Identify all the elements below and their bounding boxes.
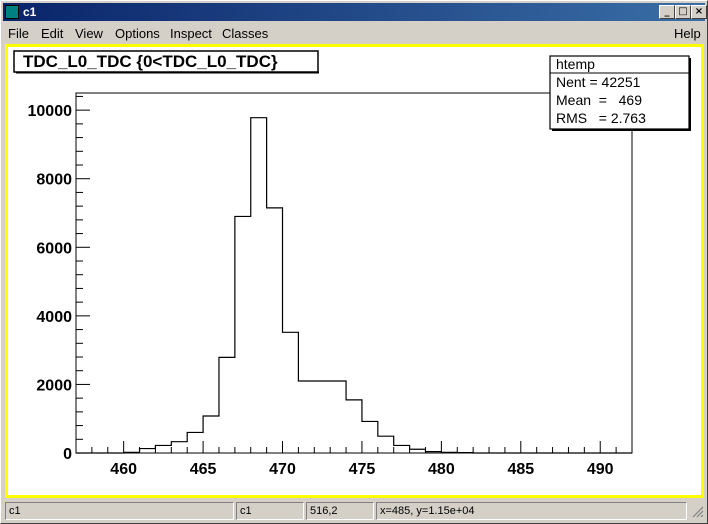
histogram-bin [394, 445, 410, 453]
status-cell-coords: x=485, y=1.15e+04 [376, 502, 687, 520]
stats-rms: RMS = 2.763 [556, 110, 646, 126]
histogram-bin [298, 381, 314, 453]
histogram-bin [140, 449, 156, 453]
x-tick-label: 480 [428, 461, 455, 478]
x-tick-label: 470 [269, 461, 296, 478]
menu-options[interactable]: Options [115, 26, 160, 41]
y-tick-label: 4000 [36, 309, 72, 326]
histogram-bin [314, 381, 330, 453]
window-title: c1 [23, 5, 37, 19]
histogram-bin [203, 416, 219, 453]
canvas-frame: 0 2000 4000 6000 8000 10000 460 465 470 475 480 48… [5, 44, 704, 498]
menu-classes[interactable]: Classes [222, 26, 268, 41]
histogram-bin [219, 357, 235, 453]
plot-title: TDC_L0_TDC {0<TDC_L0_TDC} [23, 52, 278, 71]
histogram-bin [378, 436, 394, 453]
histogram-bin [346, 400, 362, 453]
y-tick-label: 8000 [36, 172, 72, 189]
y-tick-label: 2000 [36, 377, 72, 394]
menu-inspect[interactable]: Inspect [170, 26, 212, 41]
status-cell-canvas: c1 [236, 502, 304, 520]
y-axis: 0 2000 4000 6000 8000 10000 [28, 95, 90, 463]
status-cell-object: c1 [5, 502, 234, 520]
histogram-bin [235, 216, 251, 453]
x-tick-label: 485 [507, 461, 534, 478]
resize-grip-icon[interactable] [692, 506, 704, 518]
menu-help[interactable]: Help [674, 26, 701, 41]
x-tick-label: 465 [190, 461, 217, 478]
maximize-button[interactable]: □ [675, 5, 691, 19]
histogram-series [124, 118, 473, 453]
y-tick-label: 10000 [28, 103, 73, 120]
histogram-bin [362, 421, 378, 453]
status-bar: c1 c1 516,2 x=485, y=1.15e+04 [5, 502, 705, 520]
x-tick-label: 490 [587, 461, 614, 478]
histogram-outline [76, 117, 632, 454]
y-tick-label: 6000 [36, 240, 72, 257]
canvas[interactable]: 0 2000 4000 6000 8000 10000 460 465 470 475 480 48… [8, 47, 701, 495]
histogram-bin [251, 118, 267, 453]
histogram-bin [330, 381, 346, 453]
x-tick-label: 475 [349, 461, 376, 478]
histogram-bin [283, 332, 299, 453]
histogram-bin [187, 432, 203, 453]
histogram-bin [155, 445, 171, 453]
status-cell-pixel: 516,2 [306, 502, 374, 520]
y-tick-label: 0 [63, 446, 72, 463]
x-axis: 460 465 470 475 480 485 490 [75, 441, 633, 478]
x-tick-label: 460 [110, 461, 137, 478]
menu-file[interactable]: File [8, 26, 29, 41]
stats-mean: Mean = 469 [556, 92, 642, 108]
histogram-bin [267, 208, 283, 453]
plot-frame [75, 92, 633, 454]
histogram-bin [171, 442, 187, 453]
minimize-button[interactable]: _ [659, 5, 675, 19]
app-icon [5, 5, 19, 19]
menu-bar: File Edit View Options Inspect Classes H… [3, 23, 705, 43]
stats-entries: Nent = 42251 [556, 74, 641, 90]
menu-edit[interactable]: Edit [41, 26, 63, 41]
title-bar[interactable]: c1 _ □ × [3, 3, 707, 21]
menu-view[interactable]: View [75, 26, 103, 41]
histogram-plot[interactable]: 0 2000 4000 6000 8000 10000 460 465 470 475 480 48… [8, 47, 701, 495]
stats-name: htemp [556, 56, 595, 72]
close-button[interactable]: × [691, 5, 707, 19]
root-window: c1 _ □ × File Edit View Options Inspect … [0, 0, 708, 524]
